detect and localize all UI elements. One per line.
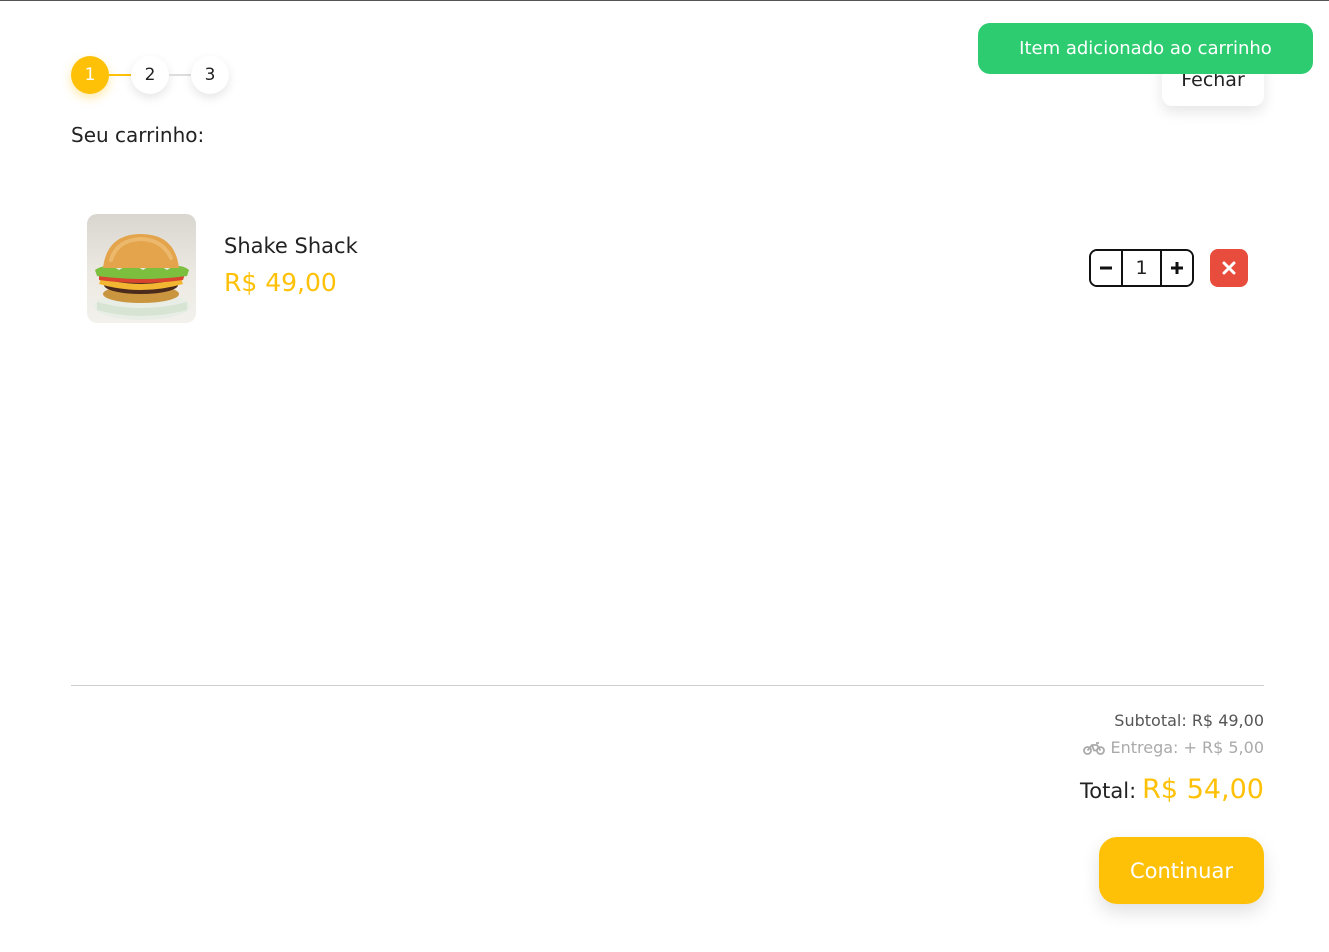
step-2[interactable]: 2: [131, 56, 169, 94]
motorcycle-icon: [1083, 742, 1106, 755]
toast-notification: Item adicionado ao carrinho: [978, 23, 1313, 74]
plus-icon: [1171, 262, 1183, 274]
minus-icon: [1100, 266, 1112, 270]
quantity-value[interactable]: 1: [1123, 251, 1160, 285]
total-value: R$ 54,00: [1142, 774, 1264, 805]
decrease-quantity-button[interactable]: [1091, 251, 1123, 285]
burger-photo: [87, 214, 196, 323]
cart-item: Shake Shack R$ 49,00 1: [87, 214, 1248, 323]
divider: [71, 685, 1264, 686]
cart-title: Seu carrinho:: [71, 123, 205, 147]
subtotal: Subtotal: R$ 49,00: [1114, 711, 1264, 730]
increase-quantity-button[interactable]: [1160, 251, 1192, 285]
close-icon: [1222, 261, 1236, 275]
total-label: Total:: [1080, 779, 1137, 803]
top-border: [0, 0, 1329, 1]
continue-button[interactable]: Continuar: [1099, 837, 1264, 904]
step-connector: [169, 74, 191, 76]
quantity-stepper: 1: [1089, 249, 1194, 287]
item-name: Shake Shack: [224, 234, 358, 258]
item-price: R$ 49,00: [224, 268, 337, 297]
checkout-stepper: 1 2 3: [71, 56, 229, 94]
order-summary: Subtotal: R$ 49,00 Entrega: + R$ 5,00 To…: [1080, 709, 1264, 805]
step-connector: [109, 74, 131, 76]
step-3[interactable]: 3: [191, 56, 229, 94]
step-1[interactable]: 1: [71, 56, 109, 94]
delivery-fee: Entrega: + R$ 5,00: [1080, 736, 1264, 760]
remove-item-button[interactable]: [1210, 249, 1248, 287]
total-line: Total: R$ 54,00: [1080, 774, 1264, 805]
delivery-text: Entrega: + R$ 5,00: [1110, 738, 1264, 757]
